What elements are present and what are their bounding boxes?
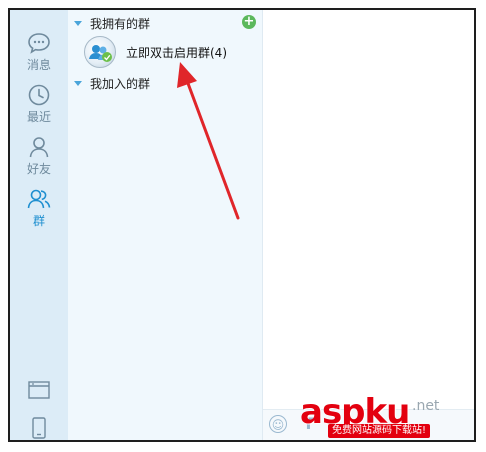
group-avatar xyxy=(84,36,116,68)
section-owned-groups[interactable]: 我拥有的群 + xyxy=(68,12,262,34)
emoji-icon[interactable]: ☺ xyxy=(269,415,287,433)
group-list-item[interactable]: 立即双击启用群(4) xyxy=(68,34,262,70)
nav-item-messages[interactable]: 消息 xyxy=(10,30,68,78)
expand-triangle-icon xyxy=(74,20,82,26)
group-icon xyxy=(27,189,51,209)
mobile-button[interactable] xyxy=(10,414,68,440)
font-icon[interactable]: T xyxy=(303,414,314,433)
nav-label-friends: 好友 xyxy=(26,162,51,176)
group-avatar-icon xyxy=(89,45,112,62)
section-joined-groups[interactable]: 我加入的群 xyxy=(68,72,262,94)
clock-icon xyxy=(28,84,50,106)
nav-label-groups: 群 xyxy=(32,214,45,228)
nav-item-friends[interactable]: 好友 xyxy=(10,134,68,182)
section-joined-title: 我加入的群 xyxy=(90,76,151,91)
nav-item-recent[interactable]: 最近 xyxy=(10,82,68,130)
nav-label-messages: 消息 xyxy=(26,58,51,72)
phone-icon xyxy=(32,417,46,439)
group-name: 立即双击启用群(4) xyxy=(126,45,227,60)
expand-triangle-icon xyxy=(74,80,82,86)
nav-label-recent: 最近 xyxy=(26,110,51,124)
nav-rail: 消息 最近 好友 群 xyxy=(10,10,69,440)
message-icon xyxy=(28,33,50,54)
section-owned-title: 我拥有的群 xyxy=(90,16,151,31)
chat-toolbar: ☺ T xyxy=(263,409,474,440)
group-list-panel: 我拥有的群 + 立即双击启用群(4) 我加入的群 xyxy=(68,10,263,440)
nav-item-groups[interactable]: 群 xyxy=(10,186,68,234)
add-group-button[interactable]: + xyxy=(242,15,256,29)
window-button[interactable] xyxy=(10,376,68,404)
person-icon xyxy=(29,137,49,158)
window-icon xyxy=(28,381,50,399)
app-window: 消息 最近 好友 群 我拥有的群 + 立即双击启用群(4) 我加入的群 ☺ T xyxy=(8,8,476,442)
chat-area: ☺ T xyxy=(263,10,474,440)
